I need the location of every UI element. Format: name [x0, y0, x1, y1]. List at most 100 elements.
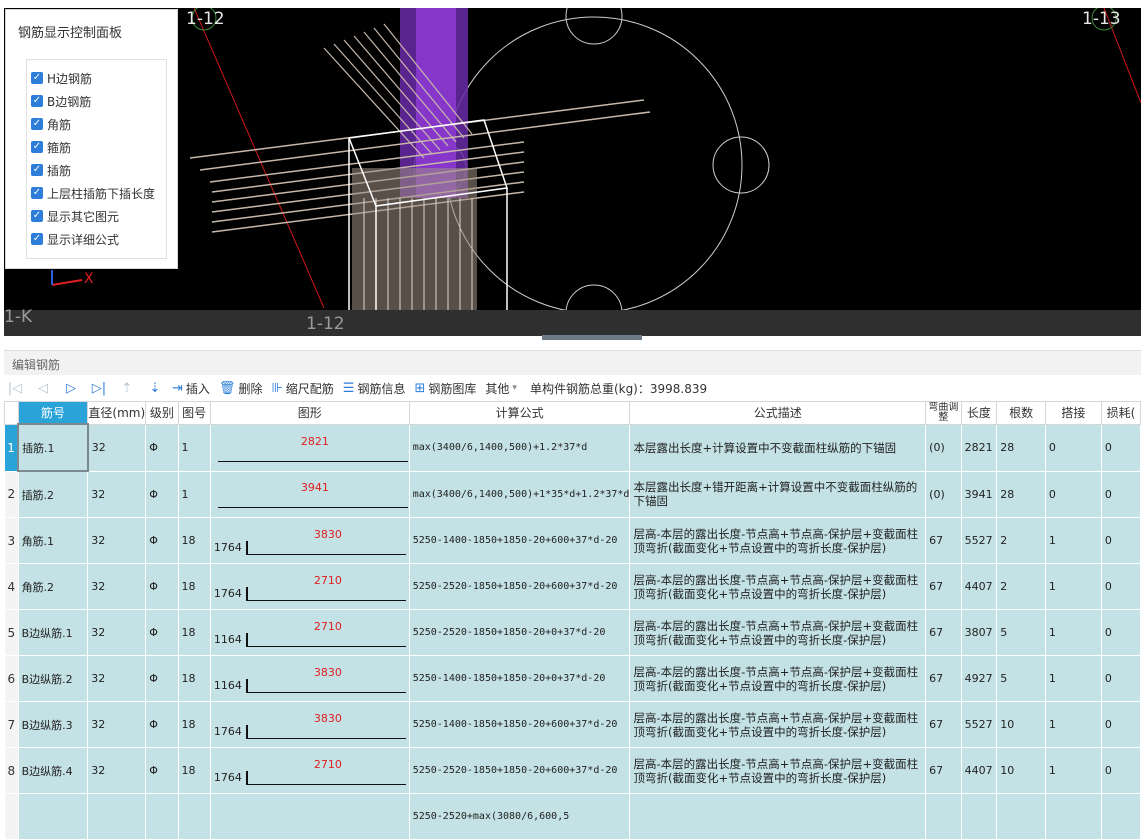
- header-cell[interactable]: 计算公式: [408, 401, 631, 425]
- cell-count[interactable]: 5: [996, 609, 1046, 656]
- cell-grade[interactable]: Φ: [145, 655, 179, 702]
- cell-bar-name[interactable]: B边纵筋.1: [17, 609, 89, 656]
- cell-description[interactable]: 层高-本层的露出长度-节点高+节点高-保护层+变截面柱顶弯折(截面变化+节点设置…: [629, 517, 927, 564]
- cell-lap[interactable]: 1: [1044, 701, 1102, 748]
- cell-length[interactable]: 3807: [960, 609, 998, 656]
- table-row[interactable]: 6 B边纵筋.2 32 Φ 18 1164 3830 5250-1400-1850+1850-…: [4, 655, 1141, 702]
- cell-formula[interactable]: 5250-1400-1850+1850-20+600+37*d-20: [408, 517, 631, 564]
- cell-bar-name[interactable]: [17, 793, 89, 840]
- next-record-icon[interactable]: ▷: [60, 381, 82, 396]
- cell-count[interactable]: 28: [996, 470, 1046, 518]
- cell-figure-no[interactable]: 18: [177, 517, 211, 564]
- first-record-icon[interactable]: |◁: [4, 381, 26, 396]
- table-row[interactable]: 2 插筋.2 32 Φ 1 3941 max(3400/6,1400,500)+1*35*d…: [4, 470, 1141, 518]
- cell-diameter[interactable]: 32: [87, 701, 147, 748]
- cell-bar-name[interactable]: B边纵筋.4: [17, 747, 89, 794]
- delete-button[interactable]: 🗑 删除: [219, 380, 263, 397]
- header-cell[interactable]: 长度: [960, 401, 998, 425]
- cell-figure-no[interactable]: 18: [177, 609, 211, 656]
- cell-grade[interactable]: Φ: [145, 517, 179, 564]
- cell-shape[interactable]: 2821: [209, 423, 410, 472]
- cell-grade[interactable]: Φ: [145, 701, 179, 748]
- cell-length[interactable]: 3941: [960, 470, 998, 518]
- option-show-other-elements[interactable]: ✓ 显示其它图元: [31, 206, 119, 226]
- cell-figure-no[interactable]: 1: [177, 423, 211, 472]
- other-dropdown[interactable]: 其他 ▾: [485, 380, 517, 397]
- cell-figure-no[interactable]: 1: [177, 470, 211, 518]
- cell-lap[interactable]: 1: [1044, 609, 1102, 656]
- cell-loss[interactable]: 0: [1100, 470, 1141, 518]
- cell-length[interactable]: 4927: [960, 655, 998, 702]
- cell-lap[interactable]: 1: [1044, 517, 1102, 564]
- cell-description[interactable]: 层高-本层的露出长度-节点高+节点高-保护层+变截面柱顶弯折(截面变化+节点设置…: [629, 563, 927, 610]
- option-h-rebar[interactable]: ✓ H边钢筋: [31, 68, 92, 88]
- cell-lap[interactable]: [1044, 793, 1102, 840]
- cell-lap[interactable]: 1: [1044, 563, 1102, 610]
- cell-count[interactable]: 28: [996, 423, 1046, 472]
- cell-formula[interactable]: 5250-2520+max(3080/6,600,5: [408, 793, 631, 840]
- cell-diameter[interactable]: 32: [87, 423, 147, 472]
- option-show-detailed-formula[interactable]: ✓ 显示详细公式: [31, 229, 119, 249]
- cell-diameter[interactable]: 32: [87, 609, 147, 656]
- header-cell[interactable]: 弯曲调整: [925, 401, 962, 425]
- cell-length[interactable]: 4407: [960, 747, 998, 794]
- cell-bend-adjust[interactable]: 67: [925, 655, 962, 702]
- cell-formula[interactable]: 5250-2520-1850+1850-20+600+37*d-20: [408, 747, 631, 794]
- cell-figure-no[interactable]: 18: [177, 563, 211, 610]
- cell-loss[interactable]: 0: [1100, 517, 1141, 564]
- cell-figure-no[interactable]: [177, 793, 211, 840]
- cell-formula[interactable]: 5250-2520-1850+1850-20+0+37*d-20: [408, 609, 631, 656]
- cell-shape[interactable]: 1764 2710: [209, 563, 410, 610]
- checkbox-checked-icon[interactable]: ✓: [31, 72, 43, 84]
- cell-description[interactable]: 层高-本层的露出长度-节点高+节点高-保护层+变截面柱顶弯折(截面变化+节点设置…: [629, 701, 927, 748]
- cell-shape[interactable]: 3941: [209, 470, 410, 518]
- header-cell[interactable]: 根数: [996, 401, 1046, 425]
- cell-loss[interactable]: 0: [1100, 747, 1141, 794]
- rebar-info-button[interactable]: ☰ 钢筋信息: [343, 380, 406, 397]
- cell-diameter[interactable]: [87, 793, 147, 840]
- cell-bar-name[interactable]: 角筋.2: [17, 563, 89, 610]
- cell-length[interactable]: 4407: [960, 563, 998, 610]
- cell-grade[interactable]: Φ: [145, 563, 179, 610]
- rebar-library-button[interactable]: ⊞ 钢筋图库: [414, 380, 476, 397]
- cell-bend-adjust[interactable]: [925, 793, 962, 840]
- option-dowel[interactable]: ✓ 插筋: [31, 160, 71, 180]
- cell-length[interactable]: [960, 793, 998, 840]
- cell-formula[interactable]: 5250-2520-1850+1850-20+600+37*d-20: [408, 563, 631, 610]
- checkbox-checked-icon[interactable]: ✓: [31, 187, 43, 199]
- cell-count[interactable]: 2: [996, 563, 1046, 610]
- cell-bar-name[interactable]: 角筋.1: [17, 517, 89, 564]
- cell-diameter[interactable]: 32: [87, 563, 147, 610]
- cell-bend-adjust[interactable]: (0): [925, 470, 962, 518]
- cell-diameter[interactable]: 32: [87, 517, 147, 564]
- cell-count[interactable]: 5: [996, 655, 1046, 702]
- cell-count[interactable]: [996, 793, 1046, 840]
- cell-lap[interactable]: 0: [1044, 470, 1102, 518]
- cell-grade[interactable]: Φ: [145, 609, 179, 656]
- cell-figure-no[interactable]: 18: [177, 655, 211, 702]
- cell-description[interactable]: [629, 793, 927, 840]
- cell-lap[interactable]: 1: [1044, 655, 1102, 702]
- checkbox-checked-icon[interactable]: ✓: [31, 233, 43, 245]
- move-down-icon[interactable]: ⇣: [144, 381, 166, 396]
- cell-bend-adjust[interactable]: 67: [925, 747, 962, 794]
- header-cell[interactable]: 图号: [177, 401, 211, 425]
- cell-shape[interactable]: 1764 2710: [209, 747, 410, 794]
- option-b-rebar[interactable]: ✓ B边钢筋: [31, 91, 91, 111]
- table-row[interactable]: 3 角筋.1 32 Φ 18 1764 3830 5250-1400-1850+1850-20…: [4, 517, 1141, 564]
- cell-count[interactable]: 2: [996, 517, 1046, 564]
- cell-grade[interactable]: Φ: [145, 747, 179, 794]
- cell-bar-name[interactable]: 插筋.1: [17, 423, 89, 472]
- cell-diameter[interactable]: 32: [87, 747, 147, 794]
- cell-bend-adjust[interactable]: 67: [925, 563, 962, 610]
- cell-length[interactable]: 5527: [960, 517, 998, 564]
- cell-length[interactable]: 5527: [960, 701, 998, 748]
- header-cell[interactable]: 公式描述: [629, 401, 927, 425]
- prev-record-icon[interactable]: ◁: [32, 381, 54, 396]
- insert-button[interactable]: ⇥ 插入: [172, 380, 210, 397]
- checkbox-checked-icon[interactable]: ✓: [31, 141, 43, 153]
- table-row[interactable]: 4 角筋.2 32 Φ 18 1764 2710 5250-2520-1850+1850-20…: [4, 563, 1141, 610]
- cell-description[interactable]: 本层露出长度+计算设置中不变截面柱纵筋的下锚固: [629, 423, 927, 472]
- checkbox-checked-icon[interactable]: ✓: [31, 210, 43, 222]
- cell-loss[interactable]: [1100, 793, 1141, 840]
